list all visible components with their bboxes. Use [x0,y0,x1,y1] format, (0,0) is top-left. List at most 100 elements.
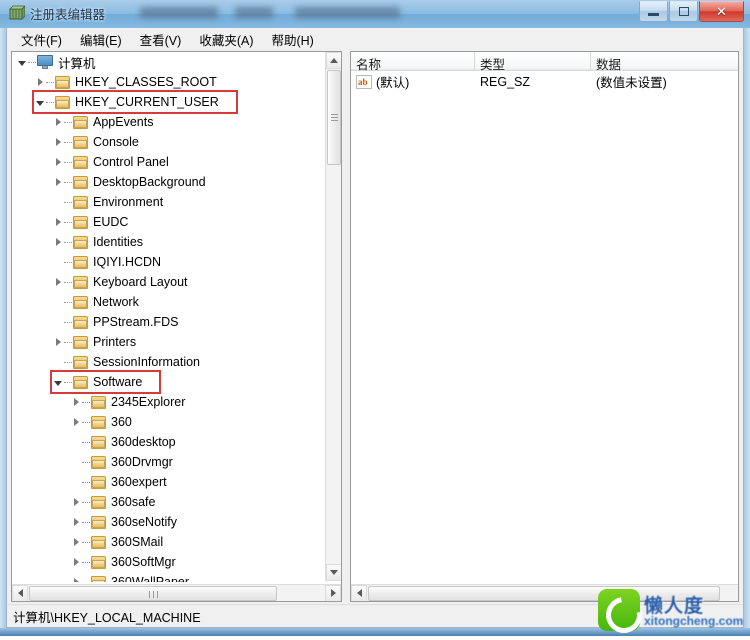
folder-icon [73,255,88,269]
expand-arrow-icon[interactable] [54,137,63,147]
tree-item-sessioninformation[interactable]: SessionInformation [12,352,325,372]
expand-arrow-icon[interactable] [72,417,81,427]
registry-editor-window: 注册表编辑器 ✕ 文件(F) 编辑(E) 查看(V) 收藏夹(A) 帮助(H) … [0,0,750,636]
collapse-arrow-icon[interactable] [54,378,63,387]
tree-item-label: Control Panel [93,155,169,169]
expand-arrow-icon[interactable] [72,537,81,547]
tree-item-keyboard-layout[interactable]: Keyboard Layout [12,272,325,292]
expand-arrow-icon[interactable] [72,397,81,407]
tree-item-hkey-classes-root[interactable]: HKEY_CLASSES_ROOT [12,72,325,92]
tree-item-hkey-current-user[interactable]: HKEY_CURRENT_USER [12,92,325,112]
expand-arrow-icon[interactable] [54,337,63,347]
tree-item-eudc[interactable]: EUDC [12,212,325,232]
tree-item-360expert[interactable]: 360expert [12,472,325,492]
tree-item-desktopbackground[interactable]: DesktopBackground [12,172,325,192]
column-header-data[interactable]: 数据 [591,52,738,71]
column-header-type[interactable]: 类型 [475,52,591,71]
expand-arrow-icon[interactable] [54,237,63,247]
folder-icon [55,95,70,109]
menu-help[interactable]: 帮助(H) [262,27,322,52]
tree-item-software[interactable]: Software [12,372,325,392]
tree-connector-line [82,401,90,403]
tree-item-label: Identities [93,235,144,249]
tree-scroll-up-button[interactable] [326,52,341,69]
table-row[interactable]: ab (默认) REG_SZ (数值未设置) [351,71,738,92]
tree-connector-line [46,101,54,103]
column-header-name[interactable]: 名称 [351,52,475,71]
folder-icon [73,135,88,149]
tree-connector-line [82,521,90,523]
tree-item-environment[interactable]: Environment [12,192,325,212]
tree-scroll-down-button[interactable] [326,564,341,581]
values-scroll-left-button[interactable] [351,584,367,601]
tree-connector-line [64,221,72,223]
tree-item-printers[interactable]: Printers [12,332,325,352]
watermark-url: xitongcheng.com [644,614,744,628]
expand-arrow-icon[interactable] [54,177,63,187]
minimize-button[interactable] [639,1,668,22]
window-controls: ✕ [638,1,744,22]
tree-item-360wallpaper[interactable]: 360WallPaper [12,572,325,582]
tree-scroll-right-button[interactable] [325,584,341,601]
expand-arrow-icon[interactable] [54,277,63,287]
menu-favorites[interactable]: 收藏夹(A) [190,27,262,52]
tree-item-identities[interactable]: Identities [12,232,325,252]
tree-item-label: HKEY_CLASSES_ROOT [75,75,217,89]
tree-vertical-scrollbar[interactable] [325,52,341,581]
tree-item-ppstream-fds[interactable]: PPStream.FDS [12,312,325,332]
menu-view[interactable]: 查看(V) [131,27,191,52]
tree-item-label: Environment [93,195,164,209]
tree-item-iqiyi-hcdn[interactable]: IQIYI.HCDN [12,252,325,272]
tree-item-360[interactable]: 360 [12,412,325,432]
tree-connector-line [64,281,72,283]
registry-values-pane[interactable]: 名称 类型 数据 ab (默认) REG_SZ (数值未设置) [350,51,739,602]
expand-arrow-icon[interactable] [36,77,45,87]
tree-item-360smail[interactable]: 360SMail [12,532,325,552]
collapse-arrow-icon[interactable] [36,98,45,107]
window-frame-right [744,0,750,636]
tree-item-label: EUDC [93,215,129,229]
tree-item-network[interactable]: Network [12,292,325,312]
folder-icon [73,355,88,369]
folder-icon [55,75,70,89]
tree-item-label: 360 [111,415,132,429]
tree-item-label: 2345Explorer [111,395,186,409]
expand-arrow-icon[interactable] [54,157,63,167]
expand-arrow-icon[interactable] [72,557,81,567]
tree-item-360safe[interactable]: 360safe [12,492,325,512]
tree-horizontal-scroll-thumb[interactable] [29,585,277,601]
expand-arrow-icon[interactable] [72,497,81,507]
minimize-icon [648,13,659,16]
expand-arrow-icon[interactable] [72,577,81,582]
status-path: 计算机\HKEY_LOCAL_MACHINE [13,610,201,625]
title-bar[interactable]: 注册表编辑器 ✕ [0,0,750,28]
tree-connector-line [64,321,72,323]
tree-item-label: DesktopBackground [93,175,206,189]
tree-horizontal-scrollbar[interactable] [12,584,341,601]
tree-item-control-panel[interactable]: Control Panel [12,152,325,172]
expand-arrow-icon[interactable] [54,117,63,127]
tree-item-label: 360Drvmgr [111,455,173,469]
values-column-headers: 名称 类型 数据 [351,52,738,71]
tree-item-360senotify[interactable]: 360seNotify [12,512,325,532]
close-button[interactable]: ✕ [699,1,744,22]
folder-icon [73,195,88,209]
menu-edit[interactable]: 编辑(E) [71,27,131,52]
menu-file[interactable]: 文件(F) [12,27,71,52]
maximize-button[interactable] [669,1,698,22]
expand-arrow-icon[interactable] [54,217,63,227]
tree-item-2345explorer[interactable]: 2345Explorer [12,392,325,412]
tree-item--[interactable]: 计算机 [12,52,325,72]
tree-vertical-scroll-thumb[interactable] [327,70,341,165]
leaf-spacer-icon [72,478,81,487]
tree-item-360desktop[interactable]: 360desktop [12,432,325,452]
tree-item-label: 360SMail [111,535,164,549]
collapse-arrow-icon[interactable] [18,58,27,67]
tree-item-360softmgr[interactable]: 360SoftMgr [12,552,325,572]
tree-item-360drvmgr[interactable]: 360Drvmgr [12,452,325,472]
tree-scroll-left-button[interactable] [12,584,28,601]
tree-item-console[interactable]: Console [12,132,325,152]
tree-item-appevents[interactable]: AppEvents [12,112,325,132]
expand-arrow-icon[interactable] [72,517,81,527]
registry-tree-pane[interactable]: 计算机 HKEY_CLASSES_ROOT HKEY_CURRENT_USER App… [11,51,342,602]
